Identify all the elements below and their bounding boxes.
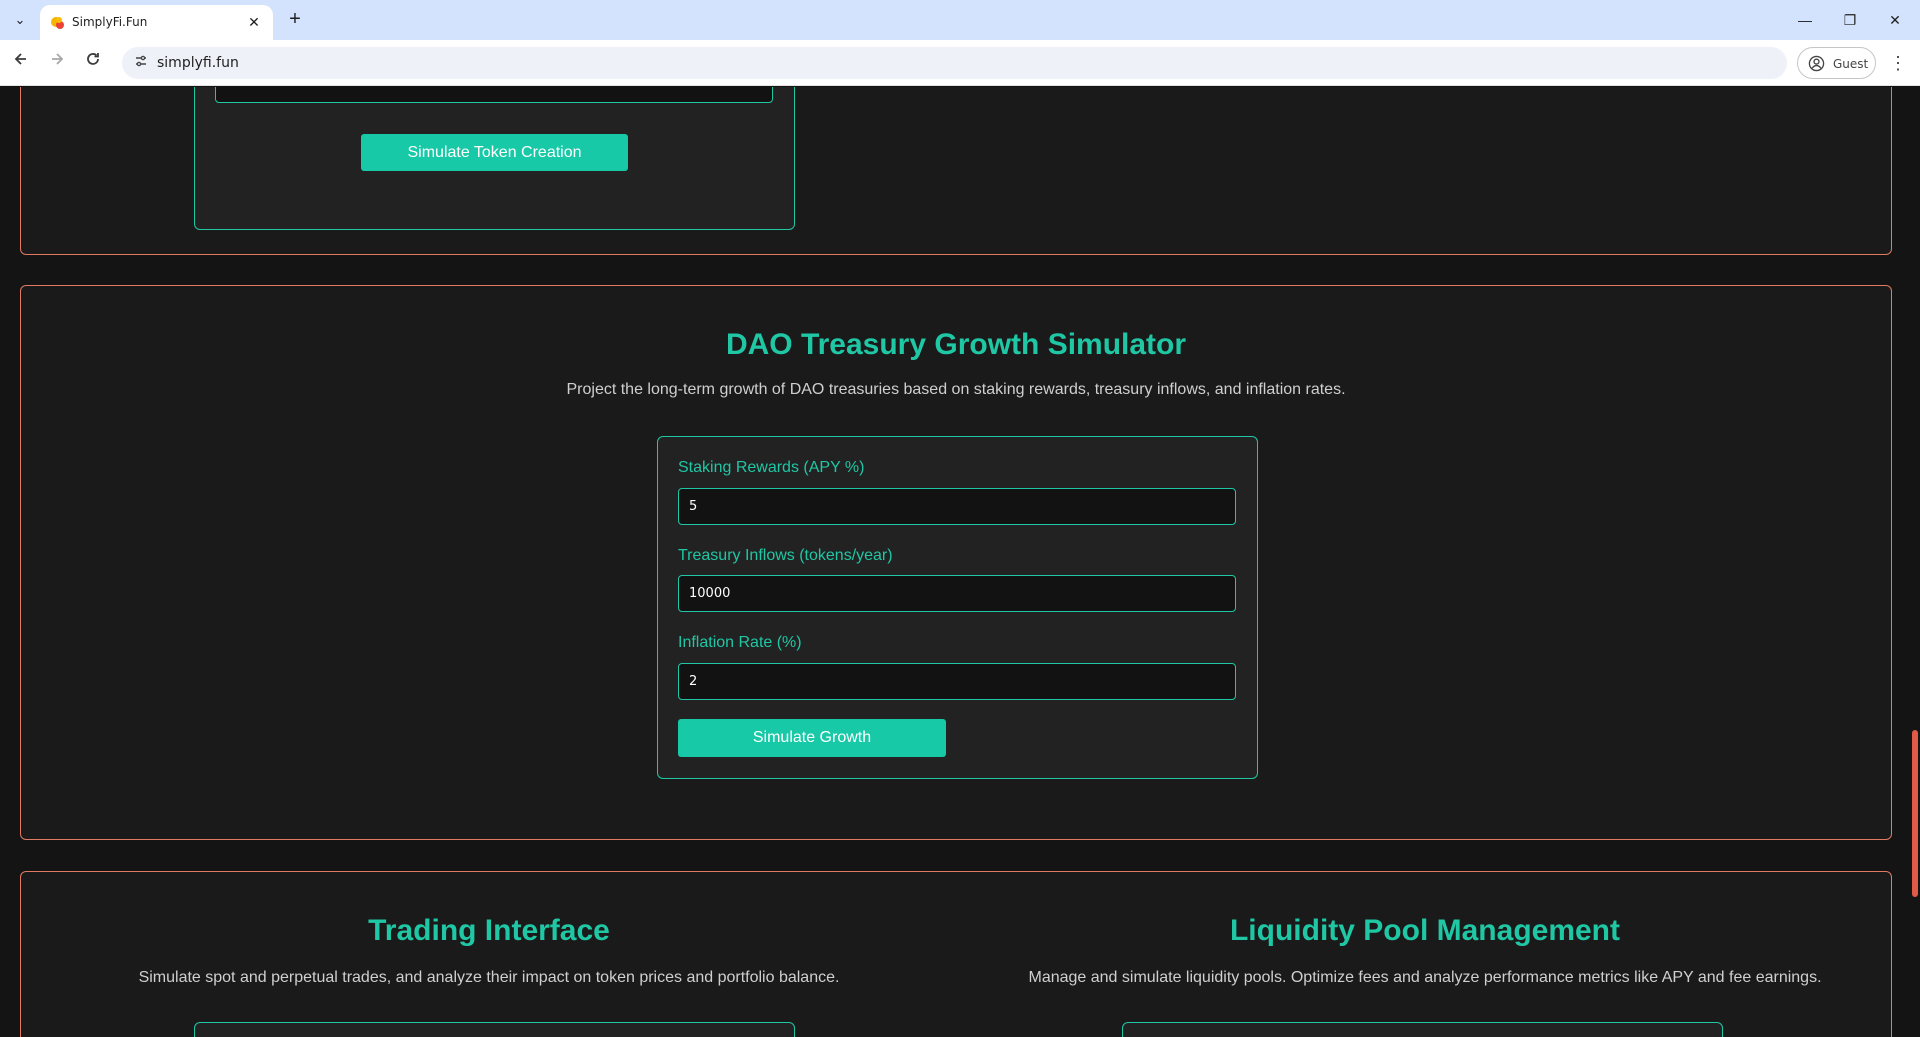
tab-list-icon[interactable]: ⌄	[9, 10, 31, 30]
section-title: DAO Treasury Growth Simulator	[725, 328, 1187, 361]
url-text[interactable]: simplyfi.fun	[157, 55, 239, 71]
trading-card	[194, 1022, 795, 1037]
page-viewport: Simulate Token Creation } DAO Treasury G…	[0, 87, 1905, 1037]
kebab-menu-icon[interactable]: ⋮	[1886, 51, 1910, 75]
treasury-inflows-label: Treasury Inflows (tokens/year)	[678, 547, 893, 564]
site-info-icon[interactable]	[132, 54, 150, 72]
guest-avatar-icon	[1808, 55, 1825, 72]
favicon-icon	[51, 17, 64, 29]
dao-treasury-section: DAO Treasury Growth Simulator Project th…	[20, 285, 1892, 840]
scrollbar-thumb[interactable]	[1912, 730, 1918, 897]
tab-title: SimplyFi.Fun	[72, 15, 148, 29]
liquidity-card	[1122, 1022, 1723, 1037]
trading-liquidity-section: Trading Interface Simulate spot and perp…	[20, 871, 1892, 1037]
trading-title: Trading Interface	[368, 914, 610, 947]
inflation-rate-label: Inflation Rate (%)	[678, 634, 802, 651]
token-field-partial[interactable]	[215, 87, 773, 103]
browser-tab[interactable]: SimplyFi.Fun ✕	[40, 5, 273, 40]
dao-simulator-card: Staking Rewards (APY %) Treasury Inflows…	[657, 436, 1258, 779]
profile-button[interactable]: Guest	[1797, 47, 1876, 79]
liquidity-pool-panel: Liquidity Pool Management Manage and sim…	[957, 872, 1893, 1037]
section-description: Project the long-term growth of DAO trea…	[566, 381, 1346, 398]
trading-interface-panel: Trading Interface Simulate spot and perp…	[21, 872, 957, 1037]
token-creation-section: Simulate Token Creation }	[20, 87, 1892, 255]
simulate-growth-button[interactable]: Simulate Growth	[678, 719, 946, 757]
page-scrollbar[interactable]	[1905, 87, 1920, 1037]
forward-icon[interactable]	[45, 51, 69, 75]
liquidity-title: Liquidity Pool Management	[1229, 914, 1620, 947]
treasury-inflows-input[interactable]	[678, 575, 1236, 612]
minimize-icon[interactable]: —	[1791, 8, 1819, 32]
browser-toolbar: simplyfi.fun Guest ⋮	[0, 40, 1920, 86]
back-icon[interactable]	[9, 51, 33, 75]
plus-icon[interactable]: +	[283, 8, 307, 32]
reload-icon[interactable]	[81, 51, 105, 75]
browser-tabstrip: ⌄ SimplyFi.Fun ✕ + — ❐ ✕	[0, 0, 1920, 40]
staking-rewards-input[interactable]	[678, 488, 1236, 525]
token-creation-card: Simulate Token Creation }	[194, 87, 795, 230]
inflation-rate-input[interactable]	[678, 663, 1236, 700]
restore-icon[interactable]: ❐	[1836, 8, 1864, 32]
trading-description: Simulate spot and perpetual trades, and …	[138, 969, 840, 986]
window-close-icon[interactable]: ✕	[1881, 8, 1909, 32]
staking-rewards-label: Staking Rewards (APY %)	[678, 459, 865, 476]
liquidity-description: Manage and simulate liquidity pools. Opt…	[1028, 969, 1822, 986]
address-bar[interactable]: simplyfi.fun	[122, 47, 1787, 79]
profile-label: Guest	[1833, 57, 1869, 71]
simulate-token-creation-button[interactable]: Simulate Token Creation	[361, 134, 628, 171]
close-icon[interactable]: ✕	[245, 13, 263, 31]
